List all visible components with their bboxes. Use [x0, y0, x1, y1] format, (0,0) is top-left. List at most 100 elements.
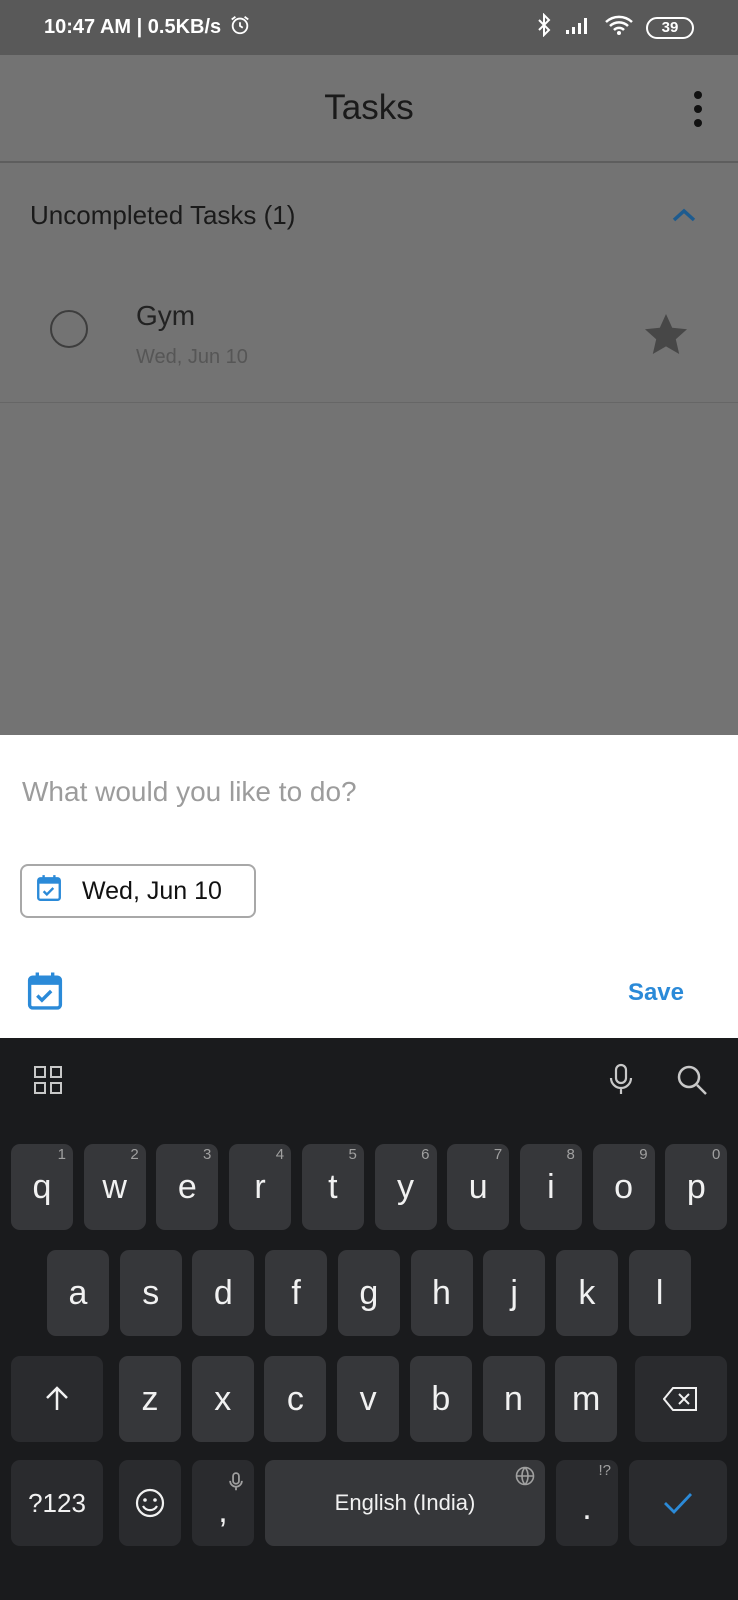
key-y[interactable]: y6	[374, 1144, 437, 1230]
key-i[interactable]: i8	[519, 1144, 582, 1230]
key-label: s	[142, 1273, 160, 1312]
key-label: e	[177, 1167, 197, 1206]
key-o[interactable]: o9	[592, 1144, 655, 1230]
key-q[interactable]: q1	[11, 1144, 73, 1230]
key-label: y	[397, 1167, 414, 1206]
key-label: c	[286, 1379, 304, 1418]
task-input[interactable]	[20, 775, 704, 809]
emoji-key[interactable]	[119, 1460, 181, 1546]
key-label: z	[141, 1379, 159, 1418]
space-key[interactable]: English (India)	[265, 1460, 545, 1546]
key-z[interactable]: z	[119, 1356, 181, 1442]
key-label: j	[510, 1273, 518, 1312]
key-d[interactable]: d	[192, 1250, 255, 1336]
apps-grid-icon[interactable]	[34, 1065, 62, 1099]
key-label: q	[32, 1167, 52, 1206]
calendar-check-icon	[27, 972, 63, 1010]
key-x[interactable]: x	[191, 1356, 254, 1442]
key-r[interactable]: r4	[229, 1144, 292, 1230]
key-number-hint: 9	[639, 1146, 648, 1163]
shift-key[interactable]	[11, 1356, 103, 1442]
key-m[interactable]: m	[555, 1356, 618, 1442]
keyboard-toolbar	[0, 1038, 738, 1126]
status-right: 39	[536, 12, 694, 43]
date-chip-label: Wed, Jun 10	[82, 876, 222, 905]
microphone-icon[interactable]	[608, 1063, 634, 1102]
key-label: n	[504, 1379, 523, 1418]
globe-icon	[515, 1466, 535, 1492]
alarm-icon	[229, 14, 251, 42]
task-title: Gym	[136, 300, 196, 331]
key-n[interactable]: n	[482, 1356, 545, 1442]
wifi-icon	[604, 14, 634, 42]
key-c[interactable]: c	[264, 1356, 327, 1442]
new-task-sheet: Wed, Jun 10 Save	[0, 735, 738, 1038]
key-label: o	[614, 1167, 634, 1206]
page-title: Tasks	[324, 88, 414, 127]
key-h[interactable]: h	[410, 1250, 473, 1336]
status-left: 10:47 AM | 0.5KB/s	[44, 14, 251, 42]
key-label: r	[254, 1167, 266, 1206]
key-label: d	[213, 1273, 233, 1312]
key-label: l	[655, 1273, 664, 1312]
backspace-icon	[663, 1387, 697, 1411]
check-icon	[664, 1493, 693, 1515]
key-l[interactable]: l	[628, 1250, 691, 1336]
calendar-button[interactable]	[26, 971, 64, 1016]
more-dot-icon	[694, 91, 702, 99]
signal-icon	[564, 15, 592, 41]
key-b[interactable]: b	[409, 1356, 472, 1442]
period-hint: !?	[598, 1462, 611, 1479]
key-label: u	[468, 1167, 488, 1206]
date-chip[interactable]: Wed, Jun 10	[20, 864, 256, 918]
key-v[interactable]: v	[337, 1356, 400, 1442]
task-row[interactable]: Gym Wed, Jun 10	[0, 280, 738, 403]
chevron-up-icon[interactable]	[670, 200, 698, 231]
key-g[interactable]: g	[337, 1250, 400, 1336]
key-t[interactable]: t5	[301, 1144, 364, 1230]
symbols-key[interactable]: ?123	[11, 1460, 103, 1546]
key-number-hint: 3	[203, 1146, 212, 1163]
save-button[interactable]: Save	[628, 979, 684, 1007]
key-number-hint: 6	[421, 1146, 430, 1163]
key-w[interactable]: w2	[83, 1144, 146, 1230]
key-a[interactable]: a	[47, 1250, 109, 1336]
key-number-hint: 7	[493, 1146, 503, 1163]
search-icon[interactable]	[676, 1064, 708, 1101]
done-key[interactable]	[629, 1460, 727, 1546]
more-dot-icon	[694, 105, 702, 113]
comma-key[interactable]: ,	[192, 1460, 254, 1546]
key-number-hint: 2	[130, 1146, 139, 1163]
shift-arrow-icon	[46, 1386, 68, 1410]
key-u[interactable]: u7	[447, 1144, 510, 1230]
battery-indicator: 39	[646, 16, 694, 39]
microphone-hint-icon	[228, 1462, 244, 1501]
key-label: m	[572, 1379, 601, 1418]
key-label: p	[686, 1167, 706, 1206]
backspace-key[interactable]	[635, 1356, 727, 1442]
star-icon[interactable]	[642, 312, 690, 363]
key-k[interactable]: k	[555, 1250, 618, 1336]
period-key[interactable]: . !?	[556, 1460, 618, 1546]
app-bar: Tasks	[0, 55, 738, 163]
key-number-hint: 1	[57, 1146, 66, 1163]
key-s[interactable]: s	[119, 1250, 182, 1336]
emoji-icon	[135, 1488, 165, 1518]
key-label: k	[578, 1273, 596, 1312]
key-e[interactable]: e3	[156, 1144, 219, 1230]
key-label: v	[359, 1379, 377, 1418]
uncompleted-section-header[interactable]: Uncompleted Tasks (1)	[30, 190, 698, 240]
key-number-hint: 4	[275, 1146, 285, 1163]
task-complete-checkbox[interactable]	[50, 310, 88, 348]
key-label: a	[68, 1273, 88, 1312]
bluetooth-icon	[536, 12, 552, 43]
key-label: h	[432, 1273, 451, 1312]
key-label: g	[359, 1273, 379, 1312]
key-j[interactable]: j	[483, 1250, 546, 1336]
key-p[interactable]: p0	[665, 1144, 728, 1230]
soft-keyboard: q1w2e3r4t5y6u7i8o9p0 asdfghjkl zxcvbnm ?…	[0, 1038, 738, 1600]
key-f[interactable]: f	[265, 1250, 328, 1336]
key-label: f	[291, 1273, 301, 1312]
more-options-button[interactable]	[692, 91, 704, 127]
status-bar: 10:47 AM | 0.5KB/s 39	[0, 0, 738, 55]
